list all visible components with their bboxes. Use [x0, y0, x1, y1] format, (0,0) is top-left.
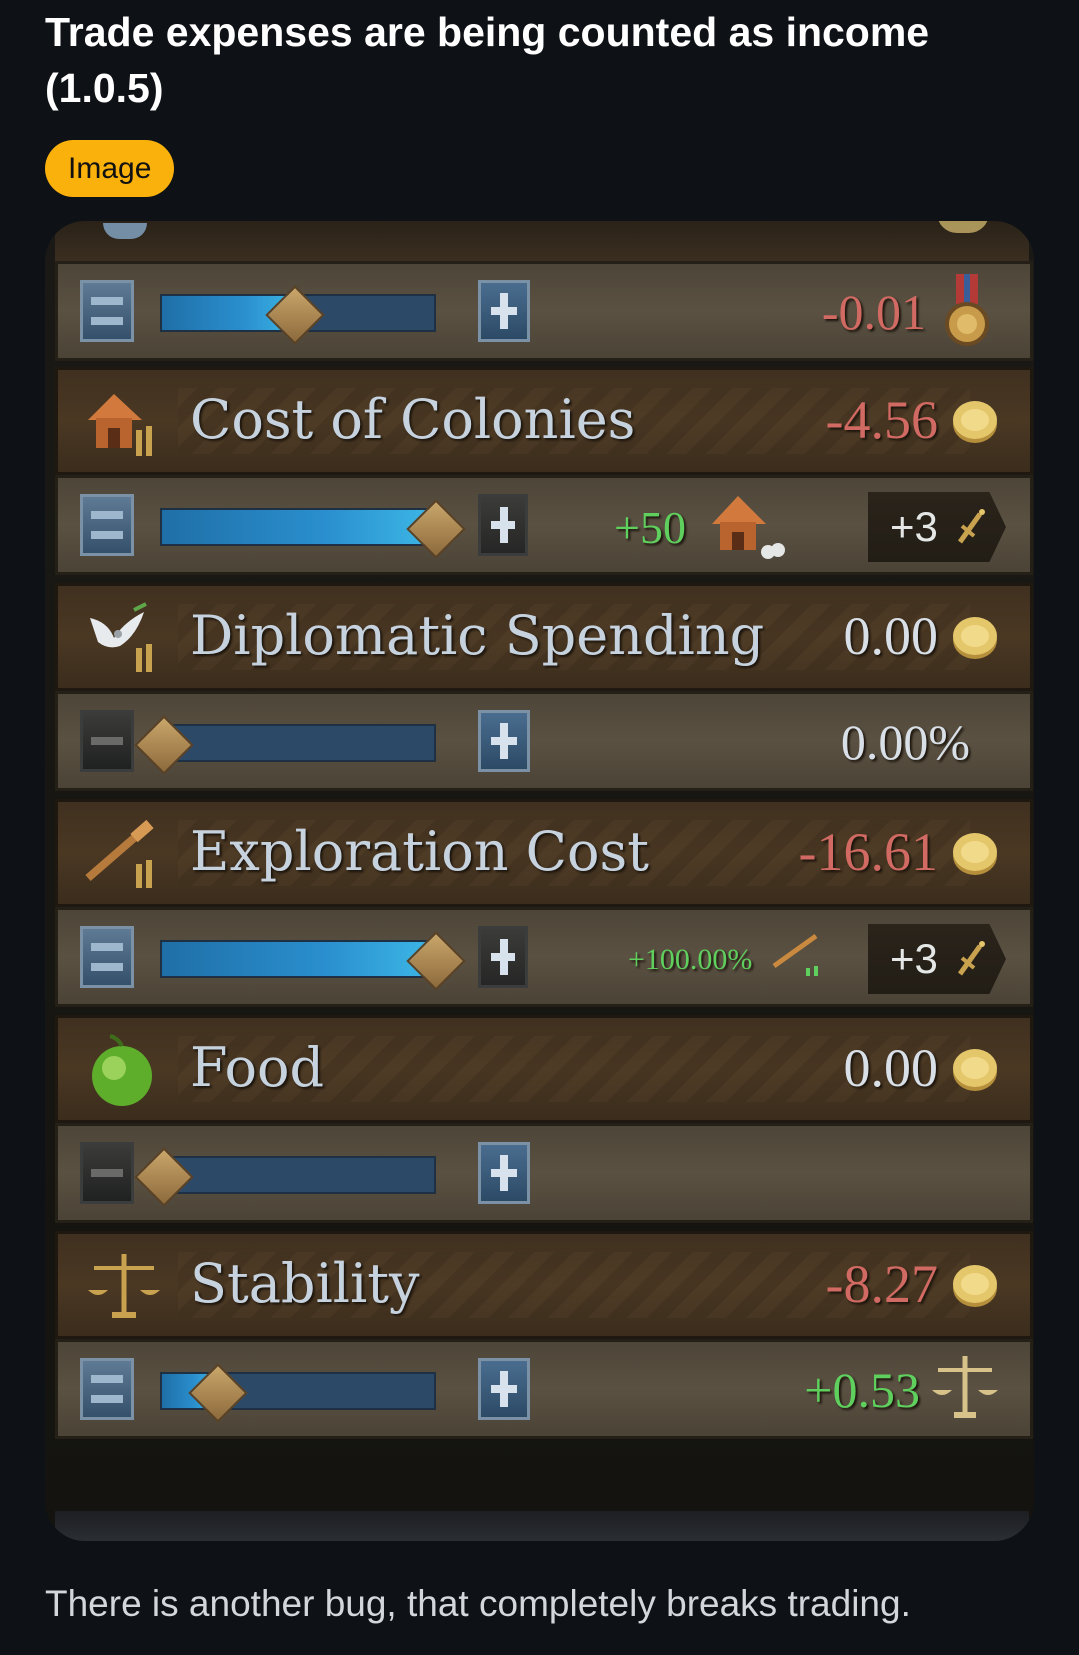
decrease-button[interactable] [80, 710, 134, 772]
screenshot-bottom-edge [55, 1511, 1029, 1541]
exploration-modifier: +100.00% [628, 943, 753, 976]
sword-icon [957, 509, 985, 544]
apple-icon [92, 1034, 152, 1106]
slider-value: 0.00% [840, 714, 970, 770]
row-value: 0.00 [843, 606, 939, 666]
row-title: Food [190, 1036, 325, 1099]
increase-button[interactable] [478, 1358, 530, 1420]
cutoff-row-header: ▀▀▀▀▀▀▀ ▀▀▀▀▀▀▀▀▀▀ [55, 221, 1029, 264]
slider-track[interactable] [160, 931, 466, 991]
row-value: -4.56 [825, 390, 938, 450]
badge-value: +3 [890, 935, 938, 982]
budget-row-colonies: Cost of Colonies -4.56 [55, 367, 1033, 475]
screenshot-image[interactable]: ▀▀▀▀▀▀▀ ▀▀▀▀▀▀▀▀▀▀ -0.01 Cost of Colonie… [45, 221, 1034, 1541]
exploration-slider-row: +100.00% +3 [55, 907, 1033, 1007]
row-value: -16.61 [798, 822, 938, 882]
gold-coin-icon [953, 617, 997, 659]
slider-fill [162, 942, 434, 976]
slider-knob[interactable] [188, 1363, 249, 1423]
row-title: Exploration Cost [190, 820, 649, 883]
spyglass-icon [772, 933, 818, 976]
increase-button[interactable] [478, 1142, 530, 1204]
budget-row-stability: Stability -8.27 [55, 1231, 1033, 1339]
slider-knob[interactable] [134, 1147, 194, 1207]
budget-row-diplomatic: Diplomatic Spending 0.00 [55, 583, 1033, 691]
increase-button[interactable] [478, 926, 528, 988]
post-body-text: There is another bug, that completely br… [45, 1583, 911, 1624]
slider-value: -0.01 [821, 284, 926, 340]
row-title: Diplomatic Spending [190, 604, 765, 667]
slider-track[interactable] [160, 285, 436, 345]
budget-row-exploration: Exploration Cost -16.61 [55, 799, 1033, 907]
modifier-badge: +3 [868, 492, 1006, 562]
stability-slider-row: +0.53 [55, 1339, 1033, 1439]
slider-knob[interactable] [406, 499, 466, 559]
cutoff-title-fragment: ▀▀▀▀▀▀▀ ▀▀▀▀▀▀▀▀▀▀ [185, 221, 757, 243]
decrease-button[interactable] [80, 926, 134, 988]
slider-track[interactable] [134, 1147, 436, 1207]
slider-knob[interactable] [134, 715, 194, 775]
spyglass-icon [85, 819, 154, 888]
colony-modifier: +50 [614, 502, 686, 553]
slider-track[interactable] [160, 499, 466, 559]
increase-button[interactable] [478, 494, 528, 556]
budget-row-food: Food 0.00 [55, 1015, 1033, 1123]
cutoff-icon [103, 223, 147, 239]
diplomatic-slider-row: 0.00% [55, 691, 1033, 791]
slider-track[interactable] [134, 715, 436, 775]
gold-coin-icon [953, 1049, 997, 1091]
slider-value: +0.53 [804, 1362, 920, 1418]
slider-knob[interactable] [264, 285, 325, 345]
gold-coin-icon [953, 1265, 997, 1307]
increase-button[interactable] [478, 710, 530, 772]
medal-icon [945, 274, 989, 346]
row-value: -8.27 [825, 1254, 938, 1314]
flair-badge[interactable]: Image [45, 140, 175, 197]
decrease-button[interactable] [80, 280, 134, 342]
sword-icon [957, 941, 985, 976]
decrease-button[interactable] [80, 1142, 134, 1204]
row-title: Stability [190, 1252, 420, 1315]
food-slider-row [55, 1123, 1033, 1223]
colonies-slider-row: +50 +3 [55, 475, 1033, 575]
decrease-button[interactable] [80, 1358, 134, 1420]
modifier-badge: +3 [868, 924, 1006, 994]
gold-coin-icon [953, 833, 997, 875]
slider-fill [162, 510, 434, 544]
increase-button[interactable] [478, 280, 530, 342]
scales-icon [88, 1254, 160, 1318]
badge-value: +3 [890, 503, 938, 550]
decrease-button[interactable] [80, 494, 134, 556]
colony-house-icon [712, 496, 785, 559]
row-value: 0.00 [843, 1038, 939, 1098]
gold-coin-icon [953, 401, 997, 443]
row-title: Cost of Colonies [190, 388, 636, 451]
post-title[interactable]: Trade expenses are being counted as inco… [45, 4, 1045, 116]
gold-coin-icon [937, 221, 989, 233]
slider-track[interactable] [160, 1363, 436, 1423]
culture-slider-row: -0.01 [55, 261, 1033, 361]
scales-icon [932, 1356, 998, 1418]
slider-knob[interactable] [406, 931, 466, 991]
dove-icon [90, 602, 152, 672]
colony-house-icon [88, 394, 152, 456]
